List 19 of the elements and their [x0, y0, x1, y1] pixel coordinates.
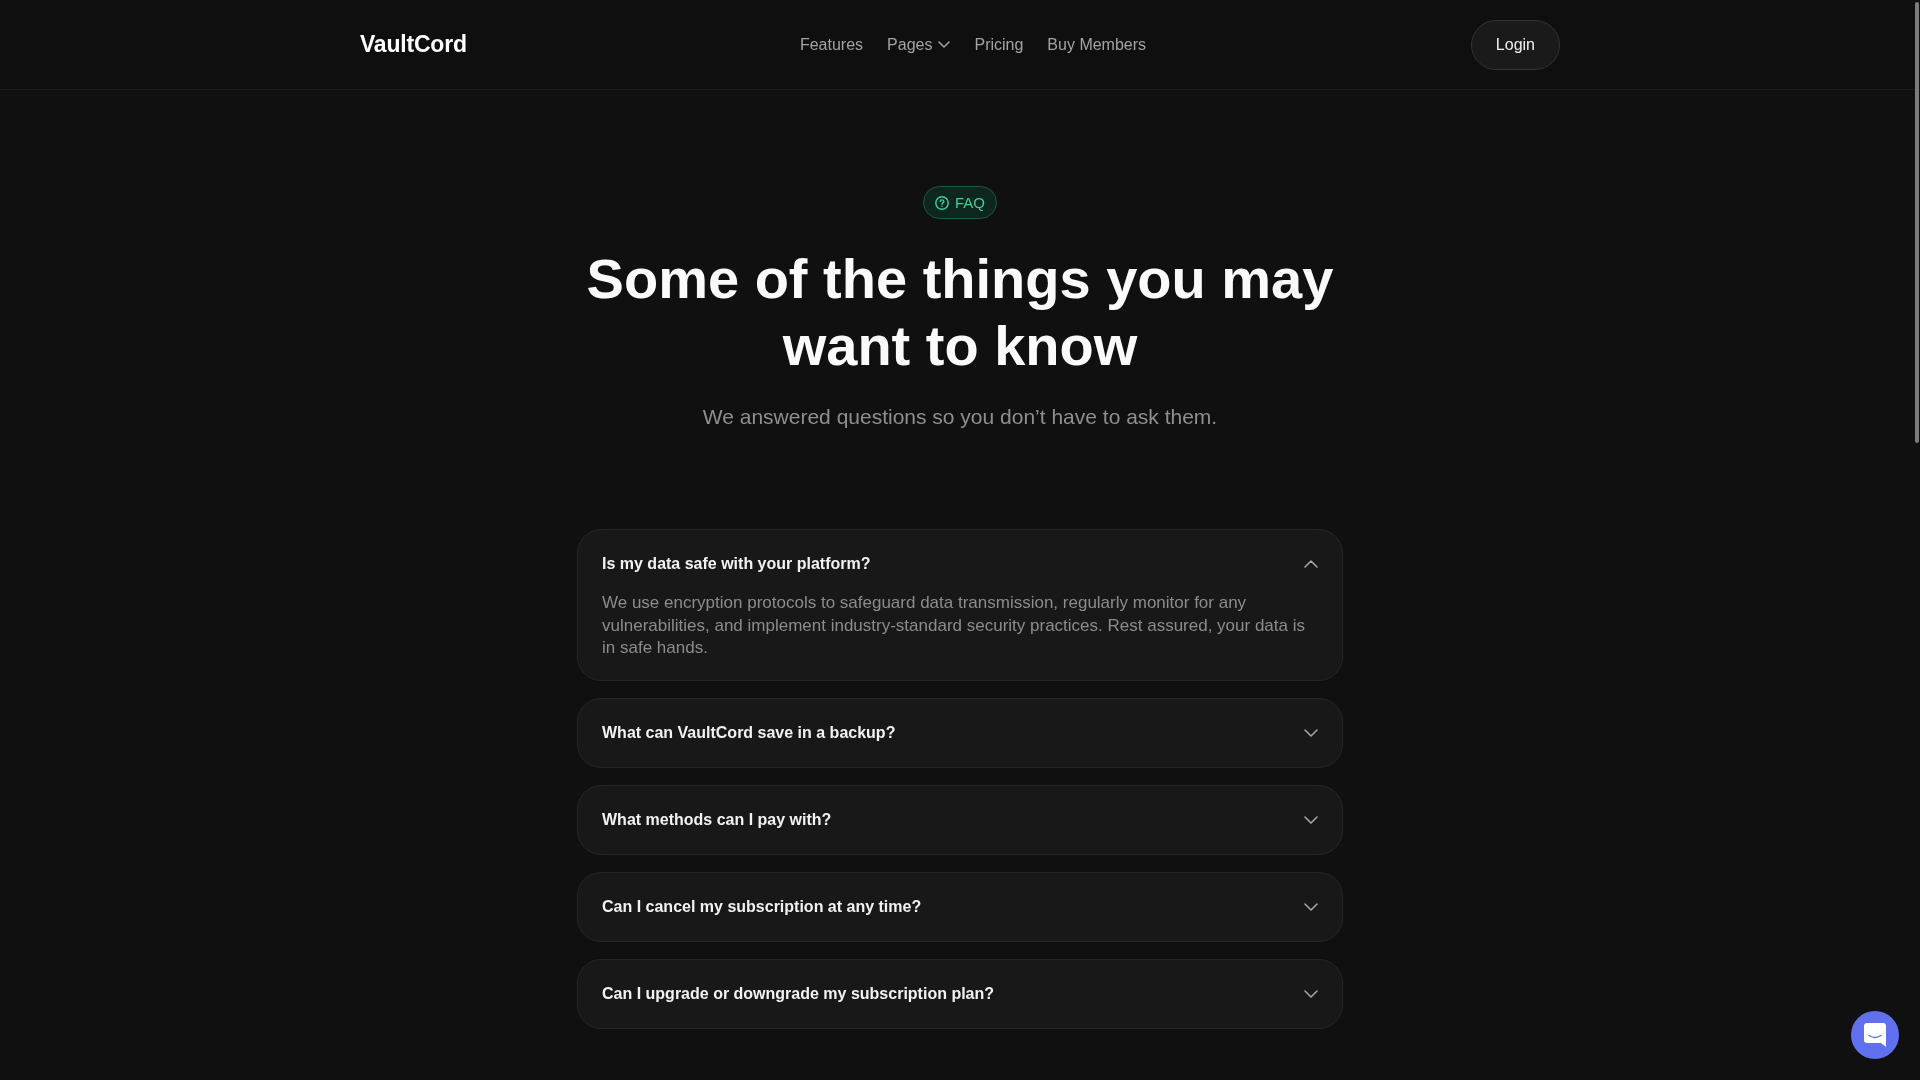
- faq-question[interactable]: Can I upgrade or downgrade my subscription plan?: [578, 959, 1342, 1028]
- brand-logo[interactable]: VaultCord: [360, 31, 467, 58]
- nav-link[interactable]: Pricing: [974, 33, 1024, 56]
- question-circle-icon: [935, 195, 949, 210]
- page-heading: Some of the things you may want to know: [585, 246, 1335, 379]
- faq-question[interactable]: What can VaultCord save in a backup?: [578, 698, 1342, 767]
- faq-answer: We use encryption protocols to safeguard data transmission, regularly monitor for any vulnerabilities, and implement industry-standard security practices. Rest assured, your data is in safe hands.: [601, 592, 1306, 660]
- nav-link[interactable]: Buy Members: [1047, 33, 1147, 56]
- login-button[interactable]: Login: [1470, 19, 1560, 70]
- nav-link[interactable]: Features: [799, 33, 864, 56]
- section-label: FAQ: [955, 193, 985, 212]
- nav-link[interactable]: Pages: [887, 33, 951, 56]
- chat-bubble-icon: [1864, 1023, 1886, 1047]
- page-subtitle: We answered questions so you don’t have to ask them.: [702, 404, 1218, 430]
- scrollbar-thumb[interactable]: [1915, 2, 1919, 443]
- faq-question[interactable]: What methods can I pay with?: [578, 785, 1342, 854]
- faq-question[interactable]: Is my data safe with your platform?: [578, 530, 1342, 592]
- faq-question[interactable]: Can I cancel my subscription at any time?: [578, 872, 1342, 941]
- chat-button[interactable]: [1851, 1011, 1899, 1059]
